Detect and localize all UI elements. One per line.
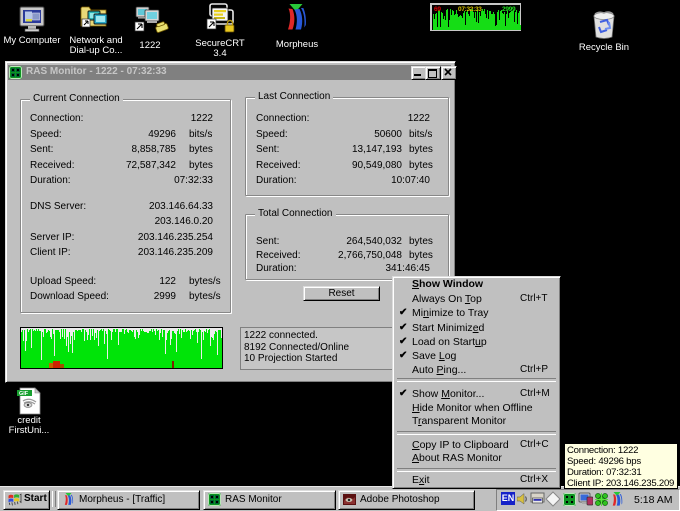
svg-text:GIF: GIF	[19, 391, 29, 397]
